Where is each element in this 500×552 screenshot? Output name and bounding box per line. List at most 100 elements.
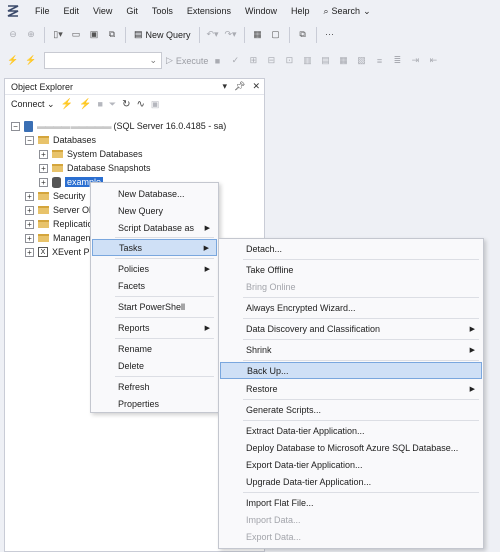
back-icon[interactable]: ⊖ [5, 26, 21, 44]
ctx-script-database-as[interactable]: Script Database as ▶ [92, 219, 217, 236]
ctx-rename[interactable]: Rename [92, 340, 217, 357]
menu-tools[interactable]: Tools [145, 0, 180, 22]
intellisense-icon[interactable]: ⊡ [281, 52, 297, 70]
task-detach[interactable]: Detach... [220, 240, 482, 257]
ctx-refresh[interactable]: Refresh [92, 378, 217, 395]
ctx-start-powershell[interactable]: Start PowerShell [92, 298, 217, 315]
connect-dropdown[interactable]: Connect ⌄ [11, 99, 55, 110]
expand-icon[interactable]: + [39, 163, 48, 173]
database-selector[interactable]: ⌄ [44, 52, 162, 69]
tree-server-objects-node[interactable]: + Server Ob [25, 203, 94, 217]
task-data-discovery[interactable]: Data Discovery and Classification ▶ [220, 320, 482, 337]
task-take-offline[interactable]: Take Offline [220, 261, 482, 278]
connect-plug-icon[interactable]: ⚡ [61, 99, 73, 110]
ctx-label: Policies [118, 263, 150, 274]
ctx-properties[interactable]: Properties [92, 395, 217, 412]
ctx-delete[interactable]: Delete [92, 357, 217, 374]
window-position-icon[interactable]: ▾ [222, 81, 227, 92]
search-menu[interactable]: ⌕ Search ⌄ [316, 0, 377, 22]
menu-help[interactable]: Help [284, 0, 317, 22]
collapse-icon[interactable]: − [11, 121, 20, 131]
copy-icon[interactable]: ⧉ [295, 26, 311, 44]
menu-file[interactable]: File [28, 0, 57, 22]
expand-icon[interactable]: + [39, 149, 48, 159]
summary-icon[interactable]: ▣ [151, 99, 160, 110]
outdent-icon[interactable]: ⇤ [425, 52, 441, 70]
tree-server-node[interactable]: − ▬▬▬▬ ▬▬▬▬▬ (SQL Server 16.0.4185 - sa) [11, 119, 226, 133]
task-export-data[interactable]: Export Data... [220, 528, 482, 545]
ctx-facets[interactable]: Facets [92, 277, 217, 294]
redo-icon[interactable]: ↷▾ [223, 26, 239, 44]
open-file-icon[interactable]: ▭ [68, 26, 84, 44]
tree-replication-node[interactable]: + Replicatio [25, 217, 93, 231]
task-back-up[interactable]: Back Up... [220, 362, 482, 379]
more-options-icon[interactable]: ⋯ [322, 26, 338, 44]
task-upgrade-data-tier[interactable]: Upgrade Data-tier Application... [220, 473, 482, 490]
pin-icon[interactable]: 📌︎ [234, 81, 245, 92]
close-icon[interactable]: ✕ [252, 81, 260, 92]
activity-icon[interactable]: ∿ [137, 99, 145, 110]
cancel-query-icon[interactable]: ■ [209, 52, 225, 70]
results-text-icon[interactable]: ▤ [317, 52, 333, 70]
menu-git[interactable]: Git [119, 0, 145, 22]
disconnect-plug-icon[interactable]: ⚡ [79, 99, 91, 110]
uncomment-icon[interactable]: ≣ [389, 52, 405, 70]
template-explorer-icon[interactable]: ▢ [268, 26, 284, 44]
tree-databases-node[interactable]: − Databases [25, 133, 96, 147]
save-all-icon[interactable]: ⧉ [104, 26, 120, 44]
collapse-icon[interactable]: − [25, 135, 34, 145]
expand-icon[interactable]: + [25, 247, 34, 257]
comment-icon[interactable]: ≡ [371, 52, 387, 70]
indent-icon[interactable]: ⇥ [407, 52, 423, 70]
new-item-icon[interactable]: ▯▾ [50, 26, 66, 44]
expand-icon[interactable]: + [39, 177, 48, 187]
ctx-policies[interactable]: Policies ▶ [92, 260, 217, 277]
tree-management-node[interactable]: + Managen [25, 231, 91, 245]
tree-system-databases-node[interactable]: + System Databases [39, 147, 143, 161]
results-file-icon[interactable]: ▧ [353, 52, 369, 70]
ctx-tasks[interactable]: Tasks ▶ [92, 239, 217, 256]
query-options-icon[interactable]: ⊟ [263, 52, 279, 70]
save-icon[interactable]: ▣ [86, 26, 102, 44]
task-deploy-to-azure[interactable]: Deploy Database to Microsoft Azure SQL D… [220, 439, 482, 456]
connect-icon[interactable]: ⚡ [5, 52, 21, 70]
disconnect-icon[interactable]: ⚡ [23, 52, 39, 70]
expand-icon[interactable]: + [25, 233, 34, 243]
tree-database-snapshots-node[interactable]: + Database Snapshots [39, 161, 151, 175]
expand-icon[interactable]: + [25, 191, 34, 201]
filter-icon[interactable]: ⏷ [109, 99, 116, 110]
expand-icon[interactable]: + [25, 205, 34, 215]
task-always-encrypted-wizard[interactable]: Always Encrypted Wizard... [220, 299, 482, 316]
task-import-data[interactable]: Import Data... [220, 511, 482, 528]
ctx-reports[interactable]: Reports ▶ [92, 319, 217, 336]
refresh-icon[interactable]: ↻ [122, 99, 130, 110]
estimated-plan-icon[interactable]: ⊞ [245, 52, 261, 70]
forward-icon[interactable]: ⊕ [23, 26, 39, 44]
task-bring-online[interactable]: Bring Online [220, 278, 482, 295]
menu-edit[interactable]: Edit [57, 0, 87, 22]
expand-icon[interactable]: + [25, 219, 34, 229]
task-shrink[interactable]: Shrink ▶ [220, 341, 482, 358]
activity-monitor-icon[interactable]: ▦ [250, 26, 266, 44]
task-export-data-tier[interactable]: Export Data-tier Application... [220, 456, 482, 473]
execute-button[interactable]: ▷ Execute [166, 55, 208, 66]
include-plan-icon[interactable]: ▥ [299, 52, 315, 70]
results-grid-icon[interactable]: ▦ [335, 52, 351, 70]
menu-view[interactable]: View [86, 0, 119, 22]
tree-xevent-node[interactable]: + X XEvent Pr [25, 245, 93, 259]
stop-icon[interactable]: ■ [97, 99, 102, 109]
menu-window[interactable]: Window [238, 0, 284, 22]
task-extract-data-tier[interactable]: Extract Data-tier Application... [220, 422, 482, 439]
ctx-new-query[interactable]: New Query [92, 202, 217, 219]
task-restore[interactable]: Restore ▶ [220, 380, 482, 397]
task-generate-scripts[interactable]: Generate Scripts... [220, 401, 482, 418]
task-import-flat-file[interactable]: Import Flat File... [220, 494, 482, 511]
tree-security-node[interactable]: + Security [25, 189, 86, 203]
ssms-logo-icon[interactable] [6, 4, 20, 18]
undo-icon[interactable]: ↶▾ [205, 26, 221, 44]
ctx-new-database[interactable]: New Database... [92, 185, 217, 202]
task-label: Detach... [246, 243, 283, 254]
menu-extensions[interactable]: Extensions [180, 0, 238, 22]
parse-icon[interactable]: ✓ [227, 52, 243, 70]
new-query-button[interactable]: ▤ New Query [131, 26, 194, 44]
